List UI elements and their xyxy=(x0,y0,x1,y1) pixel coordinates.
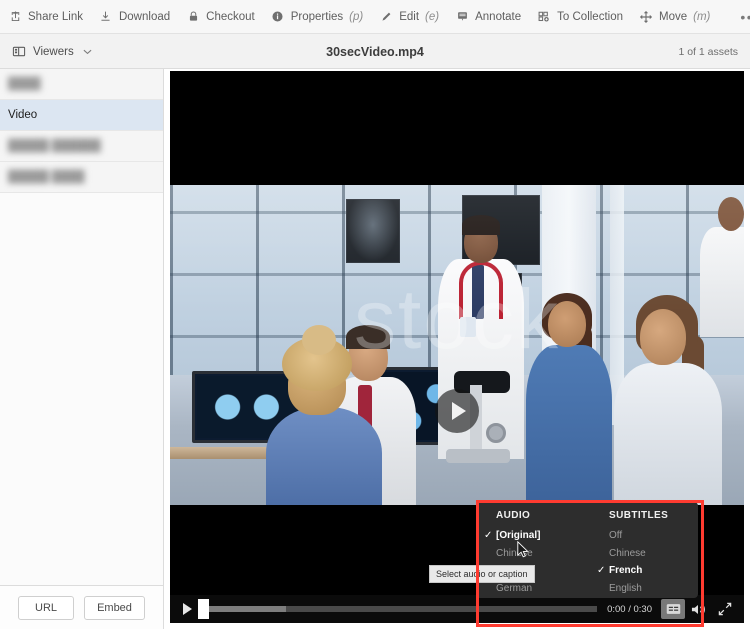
viewers-label: Viewers xyxy=(33,46,74,58)
video-player: stock 0:00 / 0:30 xyxy=(170,71,744,623)
move-shortcut: (m) xyxy=(693,11,710,23)
edit-shortcut: (e) xyxy=(425,11,439,23)
share-icon xyxy=(8,10,22,24)
closed-captions-button[interactable] xyxy=(661,599,685,619)
subtitle-option-chinese[interactable]: Chinese xyxy=(599,545,688,563)
chevron-down-icon xyxy=(83,47,92,57)
asset-count: 1 of 1 assets xyxy=(678,34,738,69)
properties-label: Properties xyxy=(291,11,343,23)
properties-button[interactable]: Properties (p) xyxy=(263,0,371,34)
fullscreen-button[interactable] xyxy=(713,599,737,619)
video-frame: stock xyxy=(170,185,744,505)
play-button[interactable] xyxy=(176,598,198,620)
play-triangle-icon xyxy=(452,402,466,420)
tooltip: Select audio or caption xyxy=(429,565,535,583)
download-button[interactable]: Download xyxy=(91,0,178,34)
edit-button[interactable]: Edit (e) xyxy=(371,0,447,34)
sidebar-item-3[interactable]: █████ ████ xyxy=(0,162,163,193)
sidebar-footer: URL Embed xyxy=(0,585,163,629)
cc-icon xyxy=(666,603,681,615)
subtitle-option-off[interactable]: Off xyxy=(599,527,688,545)
volume-icon xyxy=(691,603,708,616)
volume-button[interactable] xyxy=(687,599,711,619)
subtitle-option-french[interactable]: French xyxy=(599,562,688,580)
viewers-dropdown[interactable]: Viewers xyxy=(12,34,92,69)
sidebar-item-0[interactable]: ████ xyxy=(0,69,163,100)
subtitles-column: SUBTITLES Off Chinese French English xyxy=(585,510,698,598)
audio-column: AUDIO [Original] Chinese French German xyxy=(476,510,585,598)
sidebar-item-video[interactable]: Video xyxy=(0,100,163,131)
to-collection-button[interactable]: To Collection xyxy=(529,0,631,34)
play-button-overlay[interactable] xyxy=(435,389,479,433)
seek-buffered xyxy=(198,606,286,612)
subtitle-option-english[interactable]: English xyxy=(599,580,688,598)
subtitles-header: SUBTITLES xyxy=(599,510,688,521)
audio-subtitle-menu[interactable]: AUDIO [Original] Chinese French German S… xyxy=(476,502,698,598)
collection-icon xyxy=(537,10,551,24)
info-icon xyxy=(271,10,285,24)
move-button[interactable]: Move (m) xyxy=(631,0,718,34)
to-collection-label: To Collection xyxy=(557,11,623,23)
sidebar-item-label: Video xyxy=(8,109,37,121)
edit-label: Edit xyxy=(399,11,419,23)
share-link-button[interactable]: Share Link xyxy=(0,0,91,34)
fullscreen-icon xyxy=(718,602,732,616)
url-button[interactable]: URL xyxy=(18,596,74,620)
annotate-icon xyxy=(455,10,469,24)
sidebar-item-label: ████ xyxy=(8,78,41,90)
share-link-label: Share Link xyxy=(28,11,83,23)
audio-header: AUDIO xyxy=(486,510,575,521)
overflow-menu-button[interactable]: ••• xyxy=(732,0,750,34)
top-toolbar: Share Link Download Checkout xyxy=(0,0,750,34)
audio-option-chinese[interactable]: Chinese xyxy=(486,545,575,563)
annotate-button[interactable]: Annotate xyxy=(447,0,529,34)
page-title: 30secVideo.mp4 xyxy=(0,34,750,69)
more-icon: ••• xyxy=(740,12,750,22)
asset-viewer-window: Share Link Download Checkout xyxy=(0,0,750,629)
move-icon xyxy=(639,10,653,24)
sidebar-item-2[interactable]: █████ ██████ xyxy=(0,131,163,162)
lock-icon xyxy=(186,10,200,24)
sidebar-item-label: █████ ██████ xyxy=(8,140,101,152)
pencil-icon xyxy=(379,10,393,24)
download-icon xyxy=(99,10,113,24)
checkout-label: Checkout xyxy=(206,11,255,23)
annotate-label: Annotate xyxy=(475,11,521,23)
move-label: Move xyxy=(659,11,687,23)
seek-bar[interactable] xyxy=(198,598,597,620)
sidebar: ████ Video █████ ██████ █████ ████ URL E… xyxy=(0,69,164,629)
audio-option-original[interactable]: [Original] xyxy=(486,527,575,545)
time-display: 0:00 / 0:30 xyxy=(597,604,660,615)
seek-handle[interactable] xyxy=(198,599,209,619)
play-icon xyxy=(183,603,192,615)
checkout-button[interactable]: Checkout xyxy=(178,0,263,34)
download-label: Download xyxy=(119,11,170,23)
embed-button[interactable]: Embed xyxy=(84,596,145,620)
viewers-icon xyxy=(12,45,26,59)
sidebar-item-label: █████ ████ xyxy=(8,171,85,183)
properties-shortcut: (p) xyxy=(349,11,363,23)
player-controls: 0:00 / 0:30 xyxy=(170,595,744,623)
sub-header: Viewers 30secVideo.mp4 1 of 1 assets xyxy=(0,34,750,69)
